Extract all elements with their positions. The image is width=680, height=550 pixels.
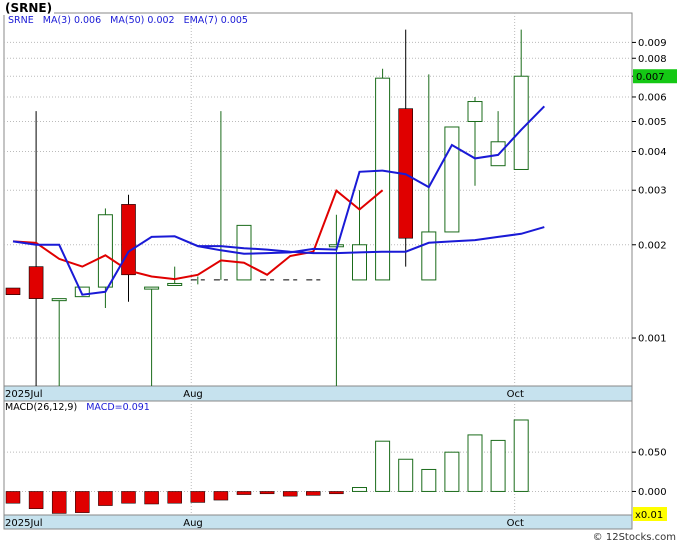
indicator-legend: SRNE MA(3) 0.006 MA(50) 0.002 EMA(7) 0.005 xyxy=(8,15,254,26)
candle-body-down xyxy=(121,204,136,276)
macd-bar-positive xyxy=(398,458,414,492)
price-x-tick-label: Oct xyxy=(507,389,524,400)
macd-bar-positive xyxy=(375,440,391,492)
candle-body-up xyxy=(51,298,67,302)
candle-body-up xyxy=(97,214,113,288)
macd-bar-negative xyxy=(167,491,182,504)
stock-chart: 0.009 0.008 0.007 0.006 0.005 0.004 0.003 0.002… xyxy=(3,12,677,530)
macd-y-tick-label: 0.050 xyxy=(638,448,667,459)
candle-body-down xyxy=(28,266,44,299)
price-x-tick-label: Aug xyxy=(183,389,203,400)
price-panel-frame xyxy=(3,12,633,387)
price-y-tick-label: 0.006 xyxy=(638,92,667,103)
legend-ma50-value: 0.002 xyxy=(147,15,175,26)
macd-date-band xyxy=(3,514,633,530)
macd-bar-negative xyxy=(144,491,159,505)
legend-ma3-value: 0.006 xyxy=(73,15,102,26)
price-date-band xyxy=(3,385,633,402)
last-price-label: 0.007 xyxy=(636,72,665,83)
macd-bar-negative xyxy=(236,491,252,495)
candle-body-up xyxy=(167,282,183,286)
price-y-tick-label: 0.008 xyxy=(638,54,667,65)
macd-x-tick-label: Aug xyxy=(183,518,203,529)
macd-bar-negative xyxy=(28,491,44,509)
macd-bar-negative xyxy=(5,491,21,504)
macd-bar-negative xyxy=(98,491,113,506)
chart-title: (SRNE) xyxy=(3,1,55,15)
macd-x-tick-label: Oct xyxy=(507,518,524,529)
candle-body-up xyxy=(352,244,367,281)
legend-ma3-label: MA(3) xyxy=(42,15,71,26)
macd-bar-positive xyxy=(352,487,367,492)
price-y-tick-label: 0.002 xyxy=(638,240,667,251)
watermark: © 12Stocks.com xyxy=(592,532,676,543)
price-y-tick-label: 0.005 xyxy=(638,117,667,128)
macd-legend-label: MACD(26,12,9) xyxy=(5,402,78,413)
macd-x-tick-label: 2025Jul xyxy=(5,518,43,529)
macd-bar-negative xyxy=(282,491,298,497)
macd-legend-value: MACD=0.091 xyxy=(86,402,150,413)
macd-bar-positive xyxy=(421,468,437,492)
legend-ema7-label: EMA(7) xyxy=(183,15,218,26)
macd-bar-negative xyxy=(213,491,229,501)
price-x-tick-label: 2025Jul xyxy=(5,389,43,400)
macd-bar-positive xyxy=(444,451,460,492)
macd-bar-negative xyxy=(190,491,206,503)
macd-bar-negative xyxy=(329,491,344,495)
price-y-tick-label: 0.004 xyxy=(638,147,667,158)
candle-body-up xyxy=(421,231,437,281)
legend-ema7-value: 0.005 xyxy=(220,15,248,26)
candle-body-up xyxy=(375,77,391,281)
price-y-tick-label: 0.001 xyxy=(638,334,667,345)
macd-bar-positive xyxy=(513,419,529,492)
price-y-tick-label: 0.003 xyxy=(638,186,667,197)
candle-body-up xyxy=(444,126,460,233)
macd-bar-negative xyxy=(306,491,321,496)
macd-bar-negative xyxy=(259,491,275,495)
macd-y-tick-label: 0.000 xyxy=(638,487,667,498)
legend-symbol: SRNE xyxy=(8,15,34,26)
candle-body-down xyxy=(5,287,21,295)
candle-body-up xyxy=(144,286,160,290)
price-y-tick-label: 0.009 xyxy=(638,38,667,49)
macd-legend: MACD(26,12,9) MACD=0.091 xyxy=(5,402,150,413)
legend-ma50-label: MA(50) xyxy=(110,15,145,26)
macd-bar-positive xyxy=(467,434,483,492)
candle-body-up xyxy=(467,101,483,122)
macd-multiplier-label: x0.01 xyxy=(635,510,663,521)
chart-stage: 0.009 0.008 0.007 0.006 0.005 0.004 0.003 0.002… xyxy=(0,0,680,546)
macd-bar-positive xyxy=(490,439,506,492)
macd-bar-negative xyxy=(51,491,67,514)
macd-bar-negative xyxy=(75,491,90,513)
candle-body-up xyxy=(513,75,529,170)
macd-bar-negative xyxy=(121,491,136,504)
